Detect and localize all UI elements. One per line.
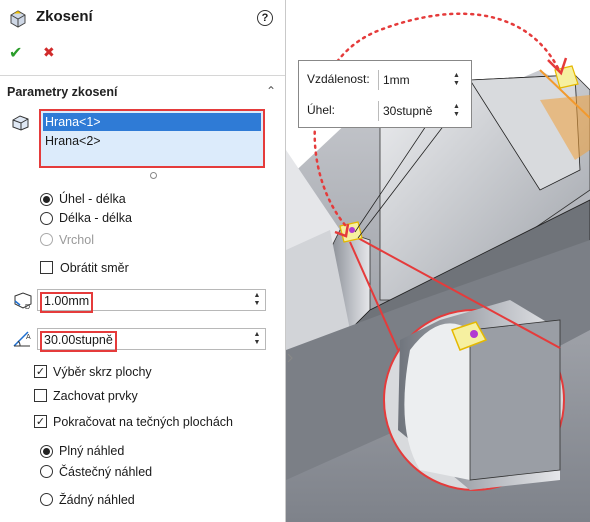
radio-label: Úhel - délka: [59, 192, 126, 206]
distance-value[interactable]: 1.00mm: [40, 292, 94, 313]
section-title: Parametry zkosení: [7, 85, 118, 99]
panel-splitter-handle[interactable]: [287, 350, 293, 363]
angle-icon: A: [13, 331, 31, 347]
radio-label: Žádný náhled: [59, 493, 135, 507]
help-button[interactable]: ?: [257, 10, 273, 26]
edge-selection-list[interactable]: Hrana<1> Hrana<2>: [39, 109, 265, 168]
checkbox-label: Pokračovat na tečných plochách: [53, 415, 233, 429]
radio-vertex: [40, 233, 53, 246]
callout-distance-spinner-icon[interactable]: ▲ ▼: [453, 72, 460, 88]
select-through-faces-checkbox[interactable]: ✓: [34, 365, 47, 378]
flip-direction-checkbox[interactable]: [40, 261, 53, 274]
list-item[interactable]: Hrana<2>: [43, 132, 261, 150]
resize-handle-icon[interactable]: [150, 172, 157, 179]
distance-spinner-icon[interactable]: ▲ ▼: [251, 292, 263, 308]
angle-value[interactable]: 30.00stupně: [40, 331, 117, 352]
callout-distance-field[interactable]: 1mm: [378, 70, 438, 90]
angle-spinner-icon[interactable]: ▲ ▼: [251, 331, 263, 347]
chevron-up-icon[interactable]: ⌃: [266, 84, 276, 98]
keep-features-checkbox[interactable]: [34, 389, 47, 402]
property-manager-panel: Zkosení ? ✔ ✖ Parametry zkosení ⌃ Hrana<…: [0, 0, 286, 522]
callout-angle-label: Úhel:: [307, 103, 336, 117]
radio-label: Délka - délka: [59, 211, 132, 225]
callout-angle-field[interactable]: 30stupně: [378, 101, 438, 121]
panel-title: Zkosení: [36, 8, 93, 25]
radio-label: Plný náhled: [59, 444, 125, 458]
svg-text:A: A: [26, 334, 31, 341]
tangent-propagation-checkbox[interactable]: ✓: [34, 415, 47, 428]
callout-angle-spinner-icon[interactable]: ▲ ▼: [453, 103, 460, 119]
checkbox-label: Výběr skrz plochy: [53, 365, 152, 379]
divider: [0, 75, 285, 76]
edge-selection-icon: [12, 115, 29, 131]
callout-distance-label: Vzdálenost:: [307, 72, 370, 86]
chamfer-feature-icon: [10, 10, 26, 28]
radio-label: Částečný náhled: [59, 465, 153, 479]
radio-label: Vrchol: [59, 233, 94, 247]
distance-icon: D: [14, 292, 32, 310]
radio-no-preview[interactable]: [40, 493, 53, 506]
checkbox-label: Obrátit směr: [60, 261, 129, 275]
radio-partial-preview[interactable]: [40, 465, 53, 478]
radio-full-preview[interactable]: [40, 445, 53, 458]
checkbox-label: Zachovat prvky: [53, 389, 138, 403]
svg-text:D: D: [25, 304, 30, 310]
radio-angle-distance[interactable]: [40, 193, 53, 206]
dimension-callout: Vzdálenost: 1mm ▲ ▼ Úhel: 30stupně ▲ ▼: [298, 60, 472, 128]
radio-distance-distance[interactable]: [40, 212, 53, 225]
list-item[interactable]: Hrana<1>: [43, 113, 261, 131]
ok-button[interactable]: ✔: [9, 43, 22, 63]
cancel-button[interactable]: ✖: [43, 44, 55, 61]
distance-field[interactable]: 1.00mm ▲ ▼: [37, 289, 266, 313]
angle-field[interactable]: 30.00stupně ▲ ▼: [37, 328, 266, 352]
